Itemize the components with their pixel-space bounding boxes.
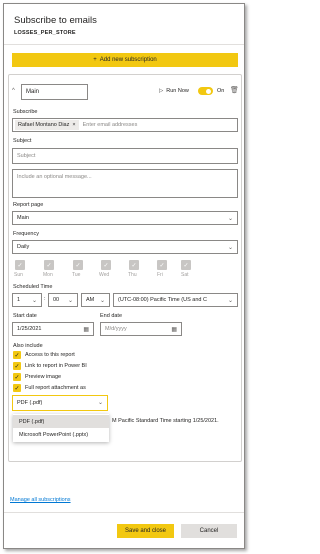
subscription-name-input[interactable]: Main xyxy=(21,84,88,100)
day-label-mon: Mon xyxy=(43,272,53,278)
day-label-tue: Tue xyxy=(72,272,81,278)
subject-label: Subject xyxy=(13,138,32,144)
day-checkbox-wed: ✓ xyxy=(101,260,111,270)
checkbox-checked-icon[interactable]: ✓ xyxy=(13,351,21,359)
minute-select[interactable]: 00 ⌄ xyxy=(48,293,78,307)
checkbox-checked-icon[interactable]: ✓ xyxy=(13,362,21,370)
attachment-format-value: PDF (.pdf) xyxy=(17,400,43,406)
save-and-close-button[interactable]: Save and close xyxy=(117,524,174,538)
play-icon: ▷ xyxy=(159,88,164,94)
start-date-input[interactable]: 1/25/2021 ▦ xyxy=(12,322,94,336)
include-attachment-label: Full report attachment as xyxy=(25,385,86,391)
collapse-chevron-icon[interactable]: ^ xyxy=(12,88,15,94)
minute-value: 00 xyxy=(53,297,60,303)
message-placeholder: Include an optional message... xyxy=(17,174,92,180)
subscription-name-value: Main xyxy=(26,89,40,95)
day-label-thu: Thu xyxy=(128,272,137,278)
toggle-label: On xyxy=(217,88,225,94)
frequency-select[interactable]: Daily ⌄ xyxy=(12,240,238,254)
schedule-summary: M Pacific Standard Time starting 1/25/20… xyxy=(112,418,219,424)
start-date-label: Start date xyxy=(13,313,37,319)
cancel-button[interactable]: Cancel xyxy=(181,524,237,538)
subscribe-panel: Subscribe to emails LOSSES_PER_STORE + A… xyxy=(3,3,245,549)
include-link-label: Link to report in Power BI xyxy=(25,363,87,369)
timezone-select[interactable]: (UTC-08:00) Pacific Time (US and C ⌄ xyxy=(113,293,238,307)
frequency-value: Daily xyxy=(17,244,30,250)
chevron-down-icon: ⌄ xyxy=(67,298,73,304)
header-divider xyxy=(4,44,244,45)
ampm-select[interactable]: AM ⌄ xyxy=(81,293,110,307)
end-date-placeholder: M/d/yyyy xyxy=(105,326,127,332)
manage-subscriptions-link[interactable]: Manage all subscriptions xyxy=(10,497,71,503)
recipients-field[interactable]: Rafael Montano Diaz × Enter email addres… xyxy=(12,118,238,132)
include-link-option[interactable]: ✓ Link to report in Power BI xyxy=(13,362,87,370)
plus-icon: + xyxy=(93,57,97,63)
chevron-down-icon: ⌄ xyxy=(97,400,103,406)
include-preview-label: Preview image xyxy=(25,374,62,380)
add-subscription-label: Add new subscription xyxy=(99,57,157,63)
recipient-chip[interactable]: Rafael Montano Diaz × xyxy=(15,120,79,130)
ampm-value: AM xyxy=(86,297,95,303)
start-date-value: 1/25/2021 xyxy=(17,326,42,332)
subscribe-label: Subscribe xyxy=(13,109,38,115)
day-checkbox-thu: ✓ xyxy=(129,260,139,270)
calendar-icon[interactable]: ▦ xyxy=(83,326,89,333)
chevron-down-icon: ⌄ xyxy=(227,216,233,222)
attachment-format-select[interactable]: PDF (.pdf) ⌄ xyxy=(12,395,108,411)
hour-value: 1 xyxy=(17,297,21,303)
include-access-label: Access to this report xyxy=(25,352,75,358)
recipient-name: Rafael Montano Diaz xyxy=(18,122,70,128)
end-date-label: End date xyxy=(100,313,123,319)
subject-input[interactable]: Subject xyxy=(12,148,238,164)
message-textarea[interactable]: Include an optional message... xyxy=(12,169,238,198)
remove-recipient-icon[interactable]: × xyxy=(72,122,75,128)
day-checkbox-tue: ✓ xyxy=(73,260,83,270)
subject-placeholder: Subject xyxy=(17,153,36,159)
chevron-down-icon: ⌄ xyxy=(99,298,105,304)
report-page-label: Report page xyxy=(13,202,44,208)
include-access-option[interactable]: ✓ Access to this report xyxy=(13,351,75,359)
day-checkbox-fri: ✓ xyxy=(157,260,167,270)
day-label-sun: Sun xyxy=(14,272,23,278)
checkbox-checked-icon[interactable]: ✓ xyxy=(13,384,21,392)
scheduled-time-label: Scheduled Time xyxy=(13,284,53,290)
report-name: LOSSES_PER_STORE xyxy=(14,30,76,36)
day-label-sat: Sat xyxy=(181,272,189,278)
chevron-down-icon: ⌄ xyxy=(227,297,233,304)
calendar-icon[interactable]: ▦ xyxy=(171,326,177,333)
day-checkbox-mon: ✓ xyxy=(44,260,54,270)
add-subscription-button[interactable]: + Add new subscription xyxy=(12,53,238,67)
panel-title: Subscribe to emails xyxy=(14,15,97,26)
frequency-label: Frequency xyxy=(13,231,39,237)
time-separator: : xyxy=(44,296,46,302)
run-now-label: Run Now xyxy=(166,88,189,94)
day-label-fri: Fri xyxy=(157,272,163,278)
report-page-select[interactable]: Main ⌄ xyxy=(12,211,238,225)
delete-icon[interactable]: 🗑 xyxy=(230,86,239,94)
report-page-value: Main xyxy=(17,215,29,221)
timezone-value: (UTC-08:00) Pacific Time (US and C xyxy=(118,297,207,303)
menu-item-pptx[interactable]: Microsoft PowerPoint (.pptx) xyxy=(13,428,109,441)
day-label-wed: Wed xyxy=(99,272,110,278)
menu-item-pdf[interactable]: PDF (.pdf) xyxy=(13,415,109,428)
attachment-format-menu: PDF (.pdf) Microsoft PowerPoint (.pptx) xyxy=(13,414,109,442)
also-include-label: Also include xyxy=(13,343,43,349)
chevron-down-icon: ⌄ xyxy=(227,245,233,251)
day-checkbox-sat: ✓ xyxy=(181,260,191,270)
hour-select[interactable]: 1 ⌄ xyxy=(12,293,42,307)
end-date-input[interactable]: M/d/yyyy ▦ xyxy=(100,322,182,336)
toggle-knob xyxy=(206,88,211,94)
checkbox-checked-icon[interactable]: ✓ xyxy=(13,373,21,381)
chevron-down-icon: ⌄ xyxy=(31,298,37,304)
day-checkbox-sun: ✓ xyxy=(15,260,25,270)
include-attachment-option[interactable]: ✓ Full report attachment as xyxy=(13,384,86,392)
run-now-button[interactable]: ▷ Run Now xyxy=(159,88,189,94)
recipient-placeholder: Enter email addresses xyxy=(82,122,138,128)
include-preview-option[interactable]: ✓ Preview image xyxy=(13,373,61,381)
footer-divider xyxy=(4,512,244,513)
